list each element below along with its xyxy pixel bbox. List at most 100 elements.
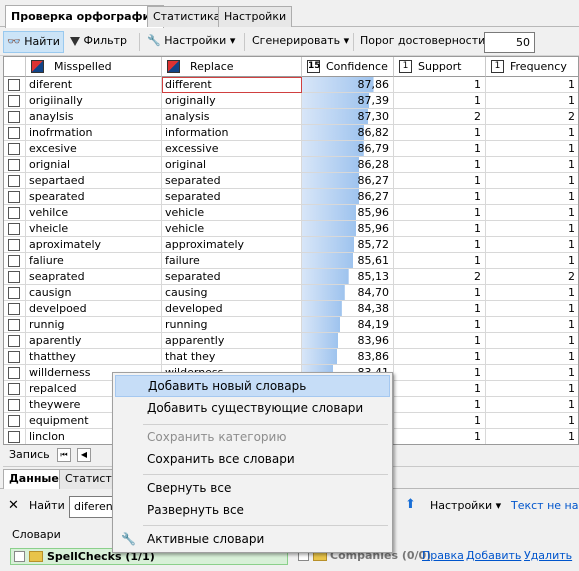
row-checkbox[interactable] (8, 383, 20, 395)
frequency-cell[interactable]: 1 (486, 141, 578, 157)
replace-cell[interactable]: separated (162, 173, 302, 189)
findbar-settings-dropdown[interactable]: Настройки ▾ (430, 499, 501, 512)
table-row[interactable]: aproximately approximately 85,72 1 1 (4, 237, 578, 253)
frequency-cell[interactable]: 1 (486, 317, 578, 333)
misspelled-cell[interactable]: vheicle (26, 221, 162, 237)
menu-save-category[interactable]: Сохранить категорию (115, 427, 390, 449)
replace-cell[interactable]: that they (162, 349, 302, 365)
arrow-up-icon[interactable]: ⬆ (405, 497, 416, 512)
support-cell[interactable]: 1 (394, 365, 486, 381)
confidence-cell[interactable]: 83,96 (302, 333, 394, 349)
row-checkbox[interactable] (8, 255, 20, 267)
replace-cell[interactable]: running (162, 317, 302, 333)
row-checkbox-cell[interactable] (4, 157, 26, 173)
support-cell[interactable]: 2 (394, 269, 486, 285)
frequency-cell[interactable]: 1 (486, 93, 578, 109)
row-checkbox-cell[interactable] (4, 141, 26, 157)
misspelled-cell[interactable]: seaprated (26, 269, 162, 285)
support-cell[interactable]: 1 (394, 413, 486, 429)
frequency-cell[interactable]: 1 (486, 429, 578, 444)
replace-cell[interactable]: separated (162, 189, 302, 205)
support-cell[interactable]: 1 (394, 221, 486, 237)
misspelled-cell[interactable]: anaylsis (26, 109, 162, 125)
frequency-cell[interactable]: 1 (486, 413, 578, 429)
frequency-cell[interactable]: 1 (486, 237, 578, 253)
header-frequency[interactable]: 1 Frequency (486, 57, 578, 77)
support-cell[interactable]: 1 (394, 237, 486, 253)
frequency-cell[interactable]: 1 (486, 205, 578, 221)
frequency-cell[interactable]: 1 (486, 221, 578, 237)
frequency-cell[interactable]: 1 (486, 349, 578, 365)
row-checkbox[interactable] (8, 223, 20, 235)
frequency-cell[interactable]: 1 (486, 301, 578, 317)
replace-cell[interactable]: vehicle (162, 205, 302, 221)
row-checkbox-cell[interactable] (4, 429, 26, 444)
close-icon[interactable]: ✕ (8, 498, 19, 513)
confidence-cell[interactable]: 86,28 (302, 157, 394, 173)
replace-cell[interactable]: analysis (162, 109, 302, 125)
row-checkbox-cell[interactable] (4, 269, 26, 285)
row-checkbox[interactable] (8, 95, 20, 107)
replace-cell[interactable]: approximately (162, 237, 302, 253)
confidence-cell[interactable]: 86,27 (302, 189, 394, 205)
row-checkbox-cell[interactable] (4, 205, 26, 221)
support-cell[interactable]: 1 (394, 93, 486, 109)
row-checkbox-cell[interactable] (4, 237, 26, 253)
misspelled-cell[interactable]: faliure (26, 253, 162, 269)
confidence-cell[interactable]: 87,39 (302, 93, 394, 109)
table-row[interactable]: seaprated separated 85,13 2 2 (4, 269, 578, 285)
row-checkbox-cell[interactable] (4, 189, 26, 205)
support-cell[interactable]: 1 (394, 301, 486, 317)
misspelled-cell[interactable]: origiinally (26, 93, 162, 109)
table-row[interactable]: inofrmation information 86,82 1 1 (4, 125, 578, 141)
first-record-icon[interactable]: ⏮ (57, 448, 71, 462)
confidence-cell[interactable]: 86,82 (302, 125, 394, 141)
frequency-cell[interactable]: 1 (486, 381, 578, 397)
row-checkbox-cell[interactable] (4, 381, 26, 397)
support-cell[interactable]: 1 (394, 77, 486, 93)
replace-cell[interactable]: original (162, 157, 302, 173)
support-cell[interactable]: 1 (394, 157, 486, 173)
confidence-cell[interactable]: 83,86 (302, 349, 394, 365)
support-cell[interactable]: 1 (394, 125, 486, 141)
filter-button[interactable]: Фильтр (67, 31, 130, 53)
table-row[interactable]: vehilce vehicle 85,96 1 1 (4, 205, 578, 221)
misspelled-cell[interactable]: causign (26, 285, 162, 301)
frequency-cell[interactable]: 1 (486, 253, 578, 269)
row-checkbox[interactable] (8, 159, 20, 171)
table-row[interactable]: diferent different 87,86 1 1 (4, 77, 578, 93)
menu-save-all-dictionaries[interactable]: Сохранить все словари (115, 449, 390, 471)
row-checkbox[interactable] (8, 79, 20, 91)
row-checkbox-cell[interactable] (4, 333, 26, 349)
row-checkbox[interactable] (8, 127, 20, 139)
support-cell[interactable]: 1 (394, 317, 486, 333)
row-checkbox[interactable] (8, 271, 20, 283)
confidence-cell[interactable]: 84,38 (302, 301, 394, 317)
misspelled-cell[interactable]: spearated (26, 189, 162, 205)
row-checkbox-cell[interactable] (4, 77, 26, 93)
tab-settings[interactable]: Настройки (218, 6, 293, 27)
replace-cell[interactable]: separated (162, 269, 302, 285)
add-link[interactable]: Добавить (466, 549, 521, 562)
replace-cell[interactable]: excessive (162, 141, 302, 157)
replace-cell[interactable]: developed (162, 301, 302, 317)
support-cell[interactable]: 1 (394, 397, 486, 413)
row-checkbox[interactable] (8, 399, 20, 411)
row-checkbox-cell[interactable] (4, 301, 26, 317)
row-checkbox-cell[interactable] (4, 285, 26, 301)
header-replace[interactable]: Replace (162, 57, 302, 77)
table-row[interactable]: runnig running 84,19 1 1 (4, 317, 578, 333)
menu-add-new-dictionary[interactable]: Добавить новый словарь (115, 375, 390, 397)
misspelled-cell[interactable]: thatthey (26, 349, 162, 365)
row-checkbox[interactable] (8, 175, 20, 187)
row-checkbox-cell[interactable] (4, 93, 26, 109)
row-checkbox-cell[interactable] (4, 349, 26, 365)
replace-cell[interactable]: originally (162, 93, 302, 109)
confidence-cell[interactable]: 86,27 (302, 173, 394, 189)
table-row[interactable]: vheicle vehicle 85,96 1 1 (4, 221, 578, 237)
header-misspelled[interactable]: Misspelled (26, 57, 162, 77)
confidence-cell[interactable]: 86,79 (302, 141, 394, 157)
find-input[interactable]: diferen (69, 496, 115, 518)
support-cell[interactable]: 1 (394, 205, 486, 221)
row-checkbox-cell[interactable] (4, 413, 26, 429)
